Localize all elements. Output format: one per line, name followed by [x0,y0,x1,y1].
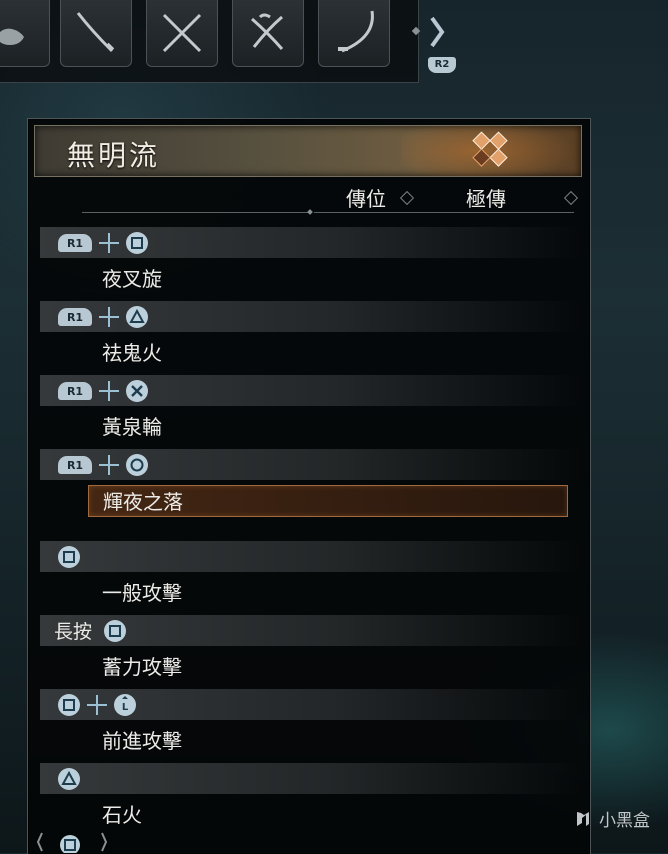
plus-icon [98,232,120,254]
r1-button-icon: R1 [58,381,92,400]
skill-panel: 無明流 傳位 極傳 R1 夜叉旋 R1 祛鬼火 R1 黃泉輪 R1 輝夜之落 一… [27,118,591,854]
circle-button-icon [126,453,148,476]
skill-name: 石火 [102,803,142,827]
glaive-icon [251,13,284,50]
skill-name: 一般攻擊 [102,581,182,605]
watermark-text: 小黑盒 [599,811,650,831]
r1-button-icon: R1 [58,455,92,474]
panel-title: 無明流 [67,139,161,172]
column-header-rank: 傳位 [346,187,386,211]
hold-label: 長按 [54,621,93,643]
weapon-slot-fist[interactable] [0,0,50,67]
watermark: 小黑盒 [573,806,650,831]
r1-button-icon: R1 [58,307,92,326]
katana-icon [76,12,115,53]
skill-name: 前進攻擊 [102,729,182,753]
triangle-button-icon [58,767,80,790]
svg-text:L: L [122,702,129,713]
skill-name: 黃泉輪 [102,415,162,439]
skill-name: 蓄力攻擊 [102,655,182,679]
style-emblem-icon [472,131,508,167]
skill-item[interactable]: R1 夜叉旋 [40,227,580,301]
weapon-slot-katana[interactable] [60,0,132,67]
skill-name: 輝夜之落 [88,485,568,517]
input-combo: L [40,689,580,720]
chevron-right-icon[interactable] [428,14,448,50]
square-button-icon [58,693,80,716]
title-bar: 無明流 [34,125,582,177]
input-combo: R1 [40,449,580,480]
weapon-style-strip [0,0,421,83]
input-combo [40,541,580,572]
skill-item-selected[interactable]: R1 輝夜之落 [40,449,580,523]
skill-item[interactable]: L 前進攻擊 [40,689,580,763]
column-header-mastery: 極傳 [466,187,506,211]
weapon-slot-switch-glaive[interactable] [232,0,304,67]
header-divider [82,212,308,213]
skill-item[interactable]: 長按 蓄力攻擊 [40,615,580,689]
plus-icon [86,694,108,716]
odachi-icon [338,10,374,53]
plus-icon [98,454,120,476]
skill-item[interactable]: 石火 [40,763,580,837]
plus-icon [98,380,120,402]
square-button-icon [104,619,127,642]
skill-name: 夜叉旋 [102,267,162,291]
cross-button-icon [126,379,148,402]
r2-button[interactable]: R2 [428,57,456,73]
input-combo: R1 [40,227,580,258]
weapon-slot-odachi[interactable] [318,0,390,67]
input-combo: 長按 [40,615,580,646]
weapon-slot-dual-katana[interactable] [146,0,218,67]
input-combo [40,763,580,794]
dual-katana-icon [162,13,202,53]
fist-icon [0,28,24,45]
triangle-button-icon [126,305,148,328]
strip-diamond [411,26,421,36]
square-button-icon [126,231,148,254]
diamond-icon [399,190,415,206]
diamond-icon [563,190,579,206]
header-divider [314,212,574,213]
skill-item[interactable]: R1 黃泉輪 [40,375,580,449]
heybox-logo-icon [577,811,589,826]
input-combo: R1 [40,301,580,332]
r1-button-icon: R1 [58,233,92,252]
square-button-icon [58,545,80,568]
skill-item[interactable]: R1 祛鬼火 [40,301,580,375]
skill-item[interactable]: 一般攻擊 [40,541,580,615]
skill-name: 祛鬼火 [102,341,162,365]
input-combo: R1 [40,375,580,406]
scroll-more-icon [36,832,108,853]
skill-list: R1 夜叉旋 R1 祛鬼火 R1 黃泉輪 R1 輝夜之落 一般攻擊 長按 蓄力攻… [40,227,580,837]
plus-icon [98,306,120,328]
left-stick-icon: L [114,693,136,716]
